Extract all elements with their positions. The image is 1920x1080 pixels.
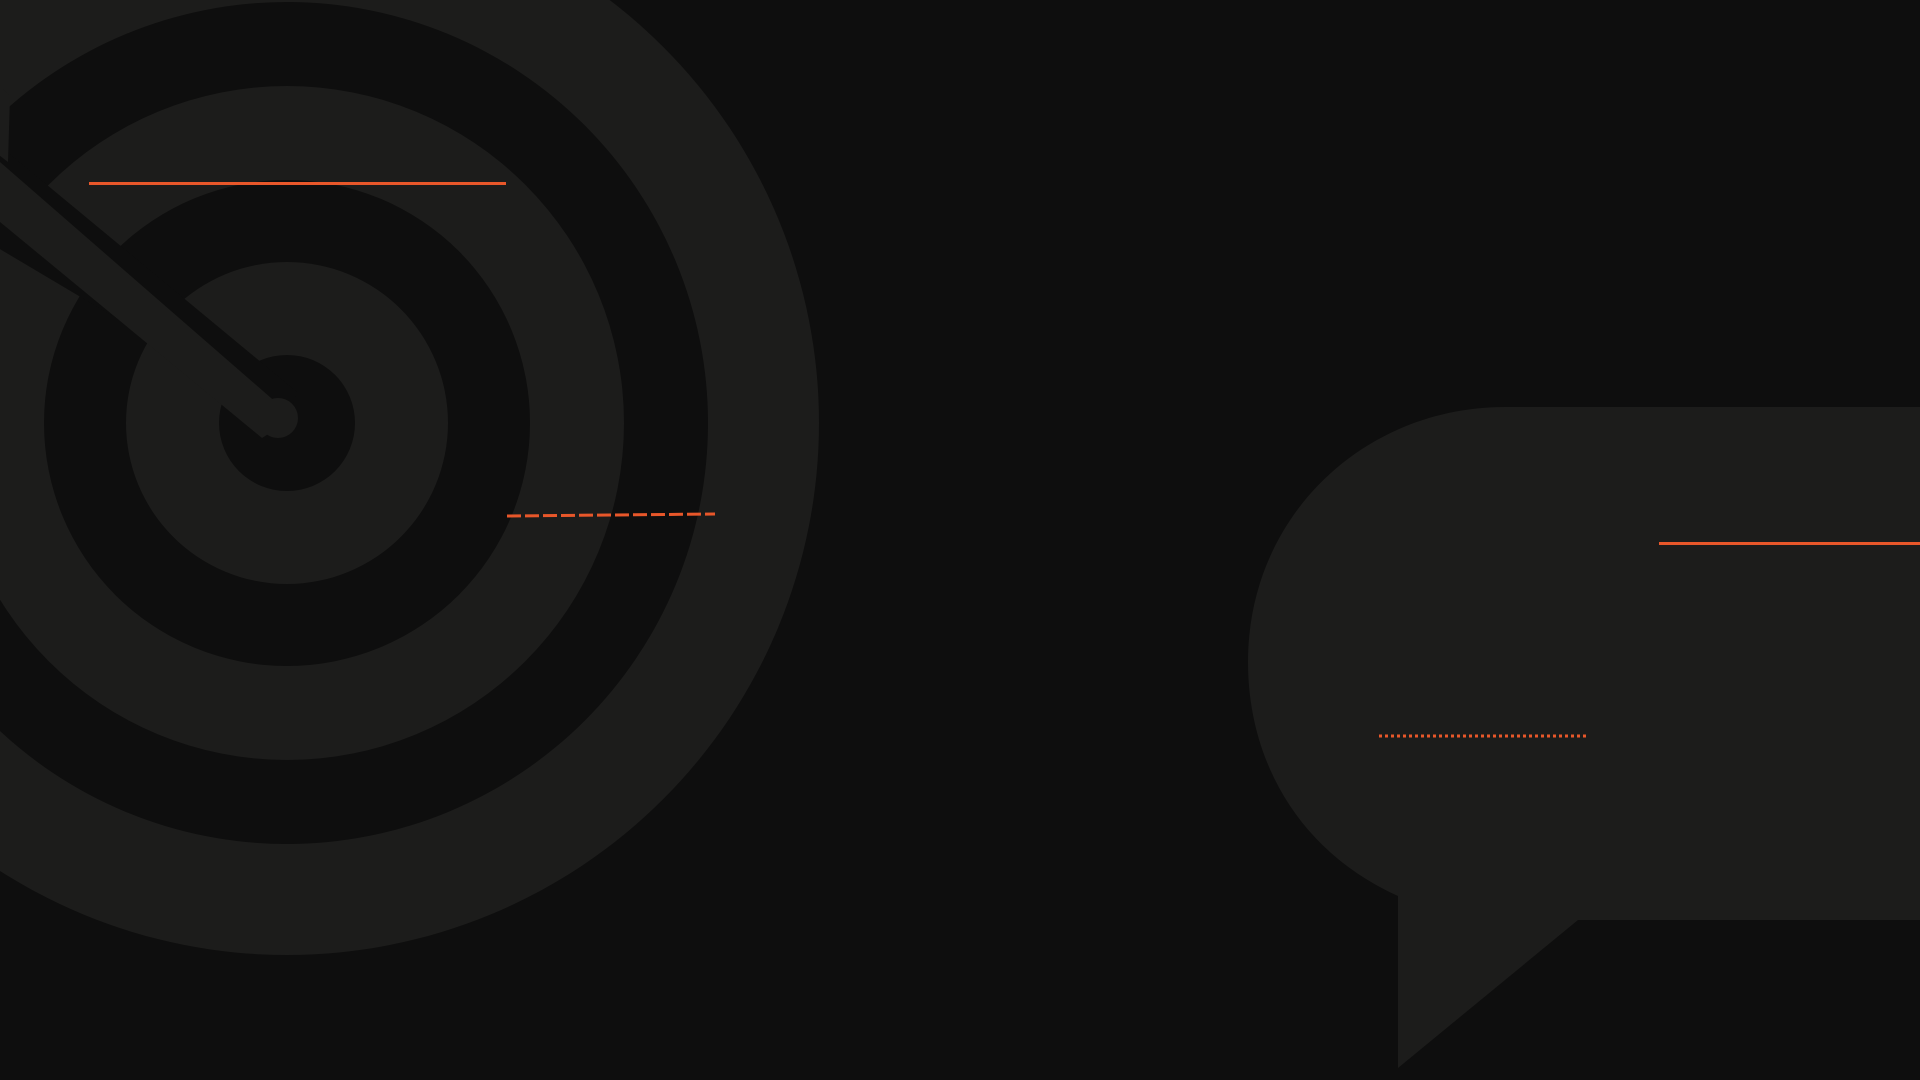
- arrow-tip: [258, 398, 298, 438]
- illustration: [0, 0, 1920, 1068]
- canvas: [0, 0, 1920, 1080]
- target-with-arrow-icon: [0, 0, 819, 955]
